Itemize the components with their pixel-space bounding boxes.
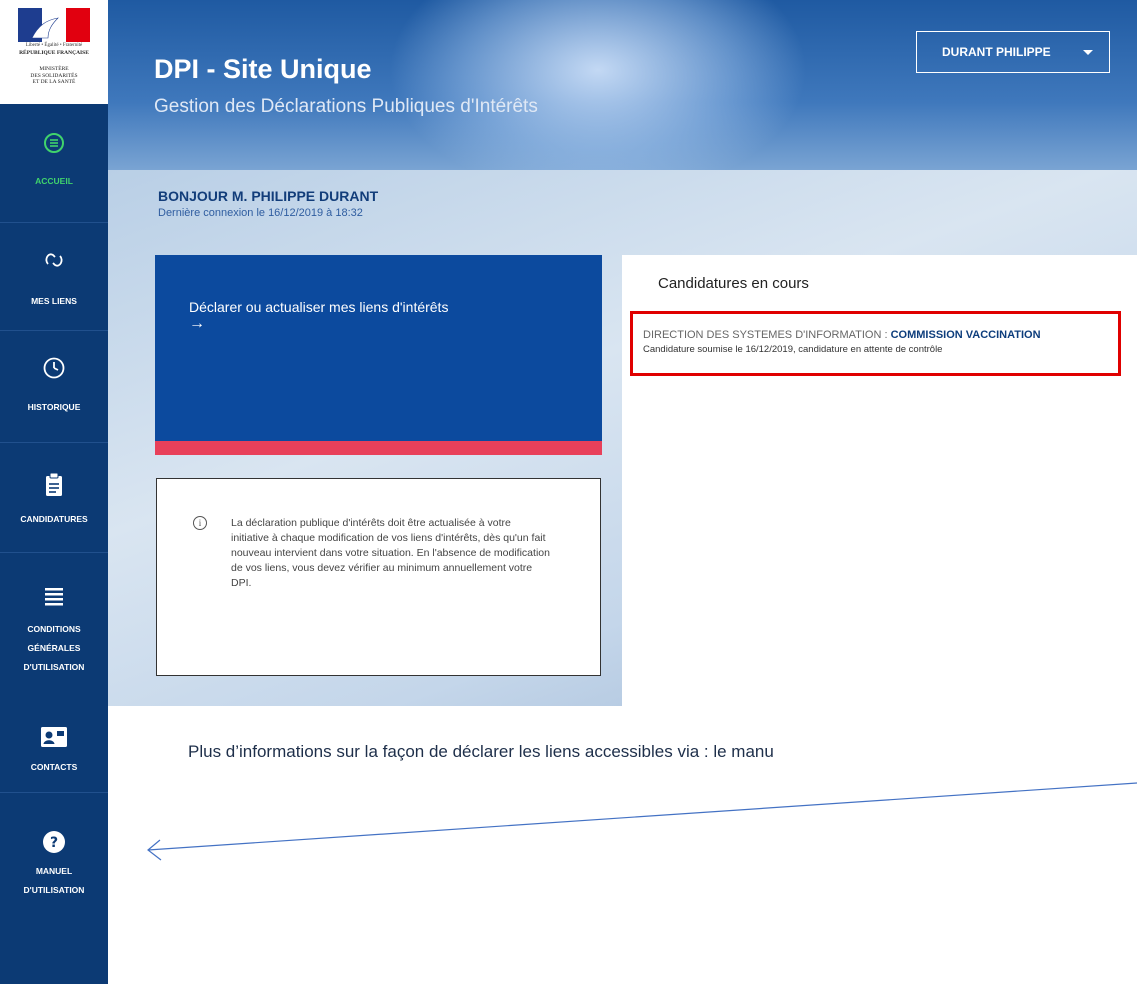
annotation-arrow <box>147 782 1137 861</box>
user-name: DURANT PHILIPPE <box>942 45 1051 59</box>
chevron-down-icon <box>1083 50 1093 55</box>
app-subtitle: Gestion des Déclarations Publiques d'Int… <box>154 96 538 117</box>
app-title: DPI - Site Unique <box>154 54 372 84</box>
user-menu-button[interactable]: DURANT PHILIPPE <box>916 31 1110 73</box>
